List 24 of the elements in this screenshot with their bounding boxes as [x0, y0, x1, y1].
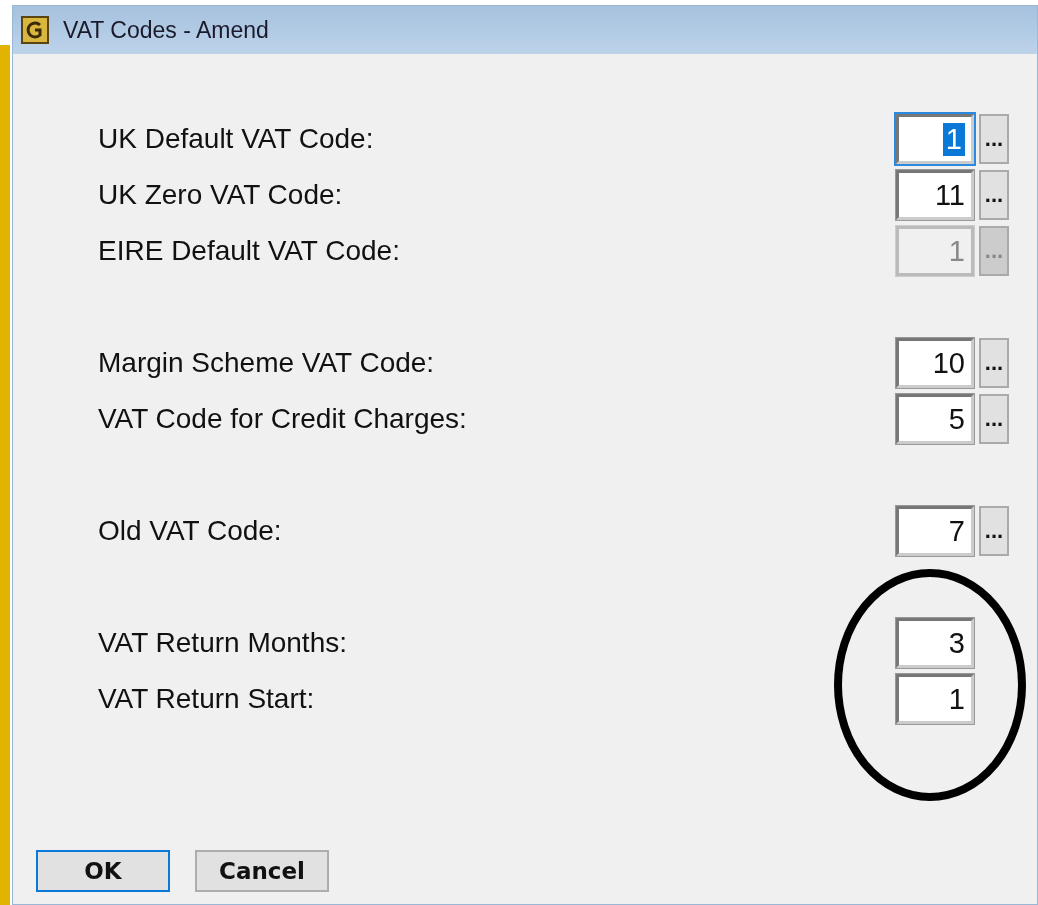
dialog-button[interactable]: OK	[36, 850, 170, 892]
lookup-button[interactable]: ...	[979, 394, 1009, 444]
input-field[interactable]: 7	[896, 506, 974, 556]
dialog-button[interactable]: Cancel	[195, 850, 329, 892]
lookup-button[interactable]: ...	[979, 170, 1009, 220]
input-field[interactable]: 11	[896, 170, 974, 220]
window-title: VAT Codes - Amend	[63, 16, 269, 44]
lookup-button[interactable]: ...	[979, 114, 1009, 164]
field-label: Old VAT Code:	[98, 515, 283, 547]
input-field[interactable]: 10	[896, 338, 974, 388]
input-field[interactable]: 1	[896, 114, 974, 164]
field-label: EIRE Default VAT Code:	[98, 235, 401, 267]
input-field[interactable]: 3	[896, 618, 974, 668]
field-label: VAT Return Start:	[98, 683, 316, 715]
field-label: Margin Scheme VAT Code:	[98, 347, 436, 379]
lookup-button[interactable]: ...	[979, 506, 1009, 556]
field-label: UK Zero VAT Code:	[98, 179, 344, 211]
lookup-button[interactable]: ...	[979, 338, 1009, 388]
input-field[interactable]: 5	[896, 394, 974, 444]
field-label: VAT Code for Credit Charges:	[98, 403, 468, 435]
field-label: VAT Return Months:	[98, 627, 348, 659]
app-logo-icon	[21, 16, 49, 44]
field-label: UK Default VAT Code:	[98, 123, 375, 155]
input-field[interactable]: 1	[896, 674, 974, 724]
